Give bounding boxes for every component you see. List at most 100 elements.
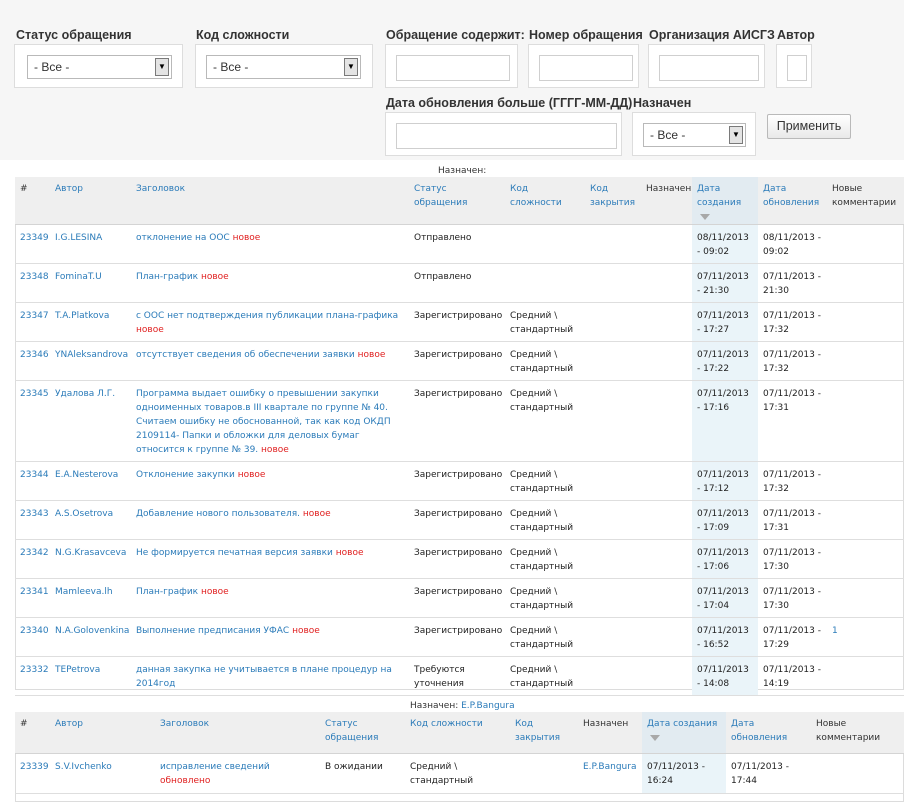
assigned-filter-box: - Все - ▼ [632, 112, 756, 156]
updated-input[interactable] [396, 123, 617, 149]
complexity-select-value: - Все - [213, 60, 249, 74]
cell-title: с ООС нет подтверждения публикации плана… [131, 302, 409, 342]
col-header-updated[interactable]: Дата обновления [726, 712, 811, 754]
author-link[interactable]: E.A.Nesterova [55, 470, 118, 480]
col-header-title[interactable]: Заголовок [155, 712, 320, 754]
issue-title-link[interactable]: отклонение на ООС [136, 233, 230, 243]
cell-complexity: Средний \ стандартный [505, 539, 585, 579]
issue-id-link[interactable]: 23332 [20, 665, 49, 675]
updated-date: 07/11/2013 - 17:29 [763, 626, 821, 650]
col-header-created[interactable]: Дата создания [692, 177, 758, 225]
author-link[interactable]: A.S.Osetrova [55, 509, 113, 519]
issue-id-link[interactable]: 23343 [20, 509, 49, 519]
cell-author: N.G.Krasavceva [50, 539, 131, 579]
author-link[interactable]: TEPetrova [55, 665, 100, 675]
apply-button[interactable]: Применить [767, 114, 851, 139]
complexity-text: Средний \ стандартный [510, 665, 574, 689]
sort-desc-icon[interactable] [650, 734, 660, 741]
col-header-status[interactable]: Статус обращения [320, 712, 405, 754]
issue-id-link[interactable]: 23342 [20, 548, 49, 558]
col-header-created-label: Дата создания [697, 184, 742, 208]
complexity-text: Средний \ стандартный [510, 548, 574, 572]
updated-date: 07/11/2013 - 17:44 [731, 761, 789, 786]
col-header-created[interactable]: Дата создания [642, 712, 726, 754]
assignee-link[interactable]: E.P.Bangura [583, 762, 636, 772]
issue-id-link[interactable]: 23344 [20, 470, 49, 480]
status-badge: новое [335, 548, 364, 558]
cell-assigned [641, 617, 692, 657]
issue-id-link[interactable]: 23348 [20, 272, 49, 282]
cell-id: 23348 [15, 263, 50, 303]
issue-id-link[interactable]: 23340 [20, 626, 49, 636]
author-link[interactable]: FominaT.U [55, 272, 102, 282]
issue-title-link[interactable]: данная закупка не учитывается в плане пр… [136, 665, 392, 689]
number-input[interactable] [539, 55, 633, 81]
issue-title-link[interactable]: Отклонение закупки [136, 470, 235, 480]
author-link[interactable]: S.V.Ivchenko [55, 762, 112, 772]
author-link[interactable]: Удалова Л.Г. [55, 389, 115, 399]
author-input[interactable] [787, 55, 807, 81]
complexity-text: Средний \ стандартный [510, 311, 574, 335]
col-header-author[interactable]: Автор [50, 712, 155, 754]
issue-title-link[interactable]: отсутствует сведения об обеспечении заяв… [136, 350, 355, 360]
author-link[interactable]: N.G.Krasavceva [55, 548, 126, 558]
col-header-title[interactable]: Заголовок [131, 177, 409, 225]
updated-date: 07/11/2013 - 17:31 [763, 509, 821, 533]
issue-title-link[interactable]: с ООС нет подтверждения публикации плана… [136, 311, 398, 321]
col-header-assigned: Назначен [578, 712, 642, 754]
new-comments-link[interactable]: 1 [832, 626, 838, 636]
cell-title: отсутствует сведения об обеспечении заяв… [131, 341, 409, 381]
author-link[interactable]: YNAleksandrova [55, 350, 128, 360]
author-link[interactable]: N.A.Golovenkina [55, 626, 129, 636]
status-select[interactable]: - Все - ▼ [27, 55, 172, 79]
issue-id-link[interactable]: 23346 [20, 350, 49, 360]
issue-title-link[interactable]: План-график [136, 272, 198, 282]
cell-created: 07/11/2013 - 17:09 [692, 500, 758, 540]
col-header-close-code[interactable]: Код закрытия [585, 177, 641, 225]
issue-title-link[interactable]: Не формируется печатная версия заявки [136, 548, 333, 558]
author-link[interactable]: Mamleeva.lh [55, 587, 113, 597]
col-header-status[interactable]: Статус обращения [409, 177, 505, 225]
status-select-value: - Все - [34, 60, 70, 74]
status-text: Зарегистрировано [414, 389, 503, 399]
assigned-filter-label: Назначен [633, 96, 692, 110]
dropdown-arrow-icon: ▼ [155, 58, 169, 76]
org-input[interactable] [659, 55, 759, 81]
complexity-text: Средний \ стандартный [510, 587, 574, 611]
cell-status: Требуются уточнения [409, 656, 505, 696]
col-header-complexity-label: Код сложности [410, 719, 483, 729]
cell-updated: 07/11/2013 - 17:32 [758, 461, 827, 501]
cell-complexity: Средний \ стандартный [505, 500, 585, 540]
issue-title-link[interactable]: Добавление нового пользователя. [136, 509, 300, 519]
issue-title-link[interactable]: План-график [136, 587, 198, 597]
issue-title-link[interactable]: Выполнение предписания УФАС [136, 626, 289, 636]
group-caption-label: Назначен: [410, 701, 459, 711]
complexity-text: Средний \ стандартный [510, 350, 574, 374]
org-filter-label: Организация АИСГЗ [649, 28, 775, 42]
cell-author: A.S.Osetrova [50, 500, 131, 540]
issue-id-link[interactable]: 23341 [20, 587, 49, 597]
issue-id-link[interactable]: 23347 [20, 311, 49, 321]
group-assignee-link[interactable]: E.P.Bangura [461, 701, 514, 711]
issue-title-link[interactable]: исправление сведений [160, 762, 270, 772]
col-header-complexity[interactable]: Код сложности [505, 177, 585, 225]
complexity-select[interactable]: - Все - ▼ [206, 55, 361, 79]
author-link[interactable]: T.A.Platkova [55, 311, 109, 321]
col-header-new-comments: Новые комментарии [811, 712, 904, 754]
issue-id-link[interactable]: 23339 [20, 762, 49, 772]
sort-desc-icon[interactable] [700, 213, 710, 220]
issue-id-link[interactable]: 23345 [20, 389, 49, 399]
cell-new-comments [827, 302, 904, 342]
col-header-updated[interactable]: Дата обновления [758, 177, 827, 225]
col-header-close-code-label: Код закрытия [515, 719, 561, 743]
cell-created: 07/11/2013 - 17:22 [692, 341, 758, 381]
col-header-close-code-label: Код закрытия [590, 184, 636, 208]
author-link[interactable]: I.G.LESINA [55, 233, 102, 243]
col-header-author[interactable]: Автор [50, 177, 131, 225]
col-header-close-code[interactable]: Код закрытия [510, 712, 578, 754]
issue-id-link[interactable]: 23349 [20, 233, 49, 243]
col-header-title-label: Заголовок [136, 184, 186, 194]
contains-input[interactable] [396, 55, 510, 81]
col-header-complexity[interactable]: Код сложности [405, 712, 510, 754]
assigned-select[interactable]: - Все - ▼ [643, 123, 746, 147]
